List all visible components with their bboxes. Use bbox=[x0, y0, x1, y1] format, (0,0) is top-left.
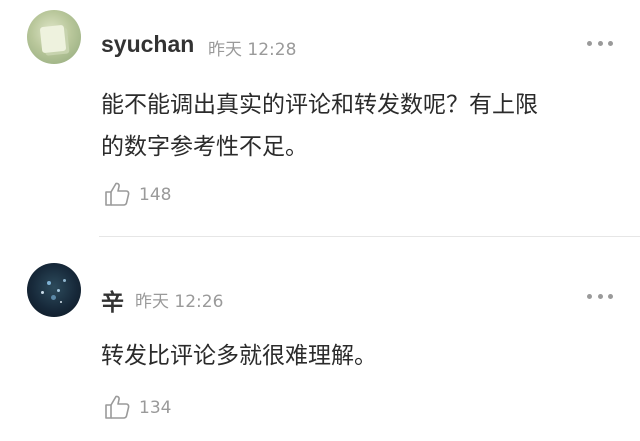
comment-text-line: 能不能调出真实的评论和转发数呢？有上限 bbox=[101, 92, 538, 118]
avatar[interactable] bbox=[27, 10, 81, 64]
more-dots-icon bbox=[608, 40, 613, 46]
avatar-image-icon bbox=[39, 24, 67, 54]
avatar-image-icon bbox=[60, 301, 62, 303]
avatar-image-icon bbox=[63, 279, 66, 282]
thumbs-up-icon[interactable] bbox=[103, 180, 131, 208]
avatar-image-icon bbox=[51, 295, 56, 300]
more-dots-icon bbox=[597, 40, 603, 46]
avatar-image-icon bbox=[47, 281, 51, 285]
comment-text-line: 的数字参考性不足。 bbox=[101, 134, 308, 160]
comment-text: 能不能调出真实的评论和转发数呢？有上限 的数字参考性不足。 bbox=[101, 84, 538, 168]
more-dots-icon bbox=[587, 293, 592, 299]
avatar-image-icon bbox=[57, 289, 60, 292]
timestamp: 昨天 12:26 bbox=[135, 292, 224, 312]
like-count: 134 bbox=[139, 398, 172, 418]
more-options-button[interactable] bbox=[587, 292, 613, 300]
comment-text: 转发比评论多就很难理解。 bbox=[101, 335, 377, 377]
avatar[interactable] bbox=[27, 263, 81, 317]
avatar-image-icon bbox=[41, 291, 44, 294]
more-options-button[interactable] bbox=[587, 39, 613, 47]
comment-item: syuchan 昨天 12:28 能不能调出真实的评论和转发数呢？有上限 的数字… bbox=[0, 0, 640, 236]
thumbs-up-icon[interactable] bbox=[103, 393, 131, 421]
username[interactable]: 辛 bbox=[101, 283, 124, 317]
more-dots-icon bbox=[597, 293, 603, 299]
more-dots-icon bbox=[587, 40, 592, 46]
like-count: 148 bbox=[139, 185, 172, 205]
timestamp: 昨天 12:28 bbox=[208, 40, 297, 60]
username[interactable]: syuchan bbox=[101, 31, 194, 58]
comment-text-line: 转发比评论多就很难理解。 bbox=[101, 343, 377, 369]
more-dots-icon bbox=[608, 293, 613, 299]
comment-list: syuchan 昨天 12:28 能不能调出真实的评论和转发数呢？有上限 的数字… bbox=[0, 0, 640, 441]
